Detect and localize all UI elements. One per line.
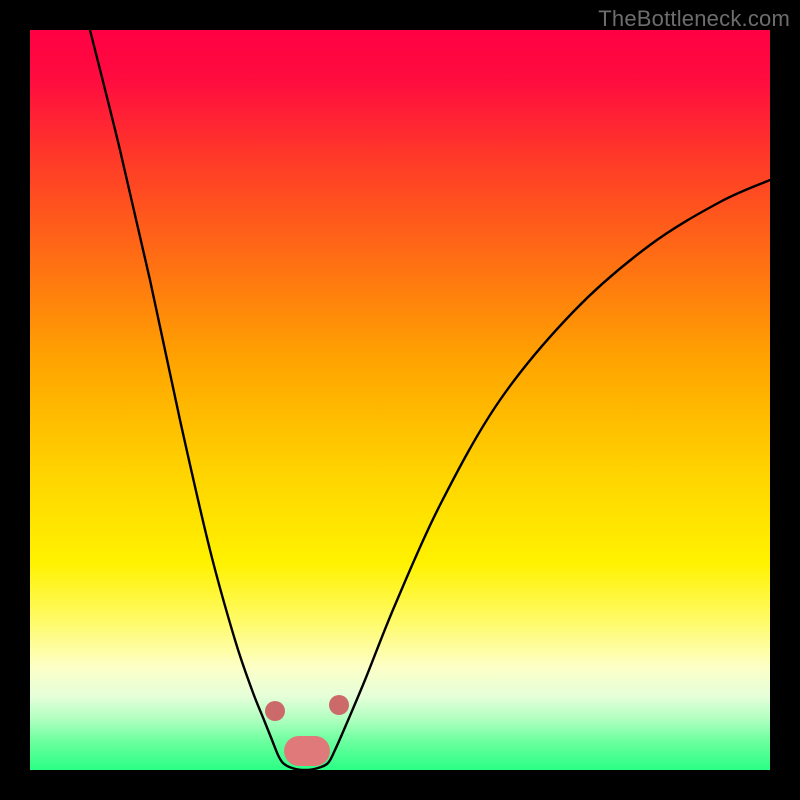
trough-dot-1 (329, 695, 349, 715)
chart-background (30, 30, 770, 770)
watermark-text: TheBottleneck.com (598, 6, 790, 32)
bottleneck-curve-chart (30, 30, 770, 770)
trough-bar (284, 736, 330, 766)
trough-dot-0 (265, 701, 285, 721)
chart-plot-area (30, 30, 770, 770)
chart-frame: TheBottleneck.com (0, 0, 800, 800)
